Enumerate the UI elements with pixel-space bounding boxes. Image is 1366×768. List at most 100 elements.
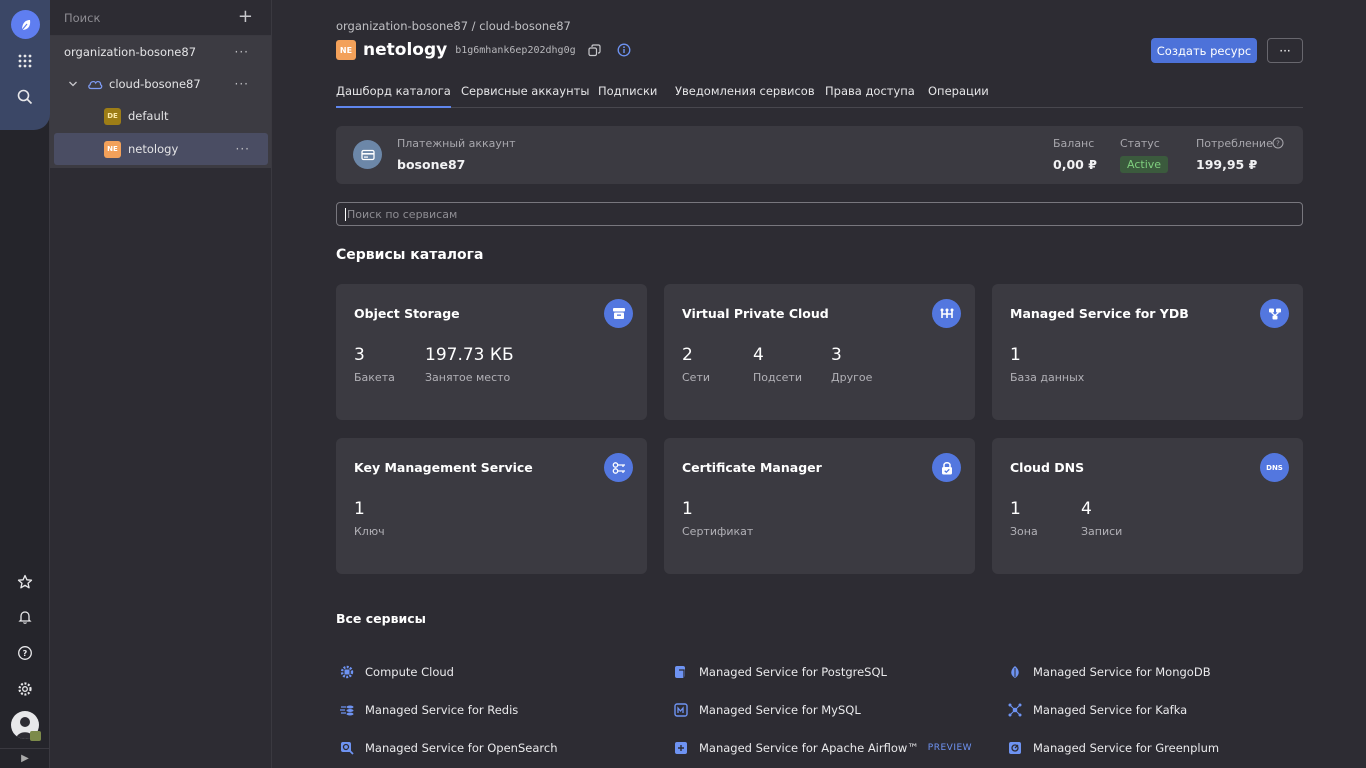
tab-subscriptions[interactable]: Подписки (598, 84, 657, 98)
preview-badge: PREVIEW (927, 743, 973, 753)
tree-item-folder-netology[interactable]: NE netology ··· (54, 133, 268, 165)
svg-text:?: ? (1276, 140, 1280, 148)
tree-item-cloud[interactable]: cloud-bosone87 ··· (50, 68, 271, 100)
resource-tree-panel: Поиск + organization-bosone87 ··· cloud-… (50, 0, 272, 768)
greenplum-icon (1007, 740, 1023, 756)
card-title: Cloud DNS (1010, 460, 1085, 475)
folder-label: default (128, 109, 169, 123)
tree-search-placeholder: Поиск (64, 10, 101, 25)
postgresql-icon (673, 664, 689, 680)
service-name: Compute Cloud (365, 665, 454, 679)
chevron-down-icon[interactable] (68, 79, 78, 89)
folder-label: netology (128, 142, 179, 156)
storage-icon (604, 299, 633, 328)
service-link-redis[interactable]: Managed Service for Redis (339, 702, 518, 718)
metric-label: Записи (1081, 525, 1123, 538)
redis-icon (339, 702, 355, 718)
usage-label: Потребление (1196, 137, 1273, 150)
folder-badge: DE (104, 107, 121, 125)
mongodb-icon (1007, 664, 1023, 680)
tab-operations[interactable]: Операции (928, 84, 989, 98)
tree-item-folder-default[interactable]: DE default (50, 100, 271, 132)
metric-value: 1 (1010, 499, 1021, 519)
airflow-icon (673, 740, 689, 756)
search-placeholder: Поиск по сервисам (347, 207, 458, 221)
metric-value: 1 (354, 499, 365, 519)
metric-value: 4 (1081, 499, 1092, 519)
service-link-kafka[interactable]: Managed Service for Kafka (1007, 702, 1187, 718)
usage-help-icon[interactable]: ? (1272, 137, 1284, 149)
service-search-input[interactable]: Поиск по сервисам (336, 202, 1303, 226)
more-actions-button[interactable]: ··· (1267, 38, 1303, 63)
metric-label: Подсети (753, 371, 802, 384)
service-link-mongodb[interactable]: Managed Service for MongoDB (1007, 664, 1211, 680)
copy-icon[interactable] (588, 43, 601, 57)
breadcrumb[interactable]: organization-bosone87 / cloud-bosone87 (336, 19, 571, 33)
service-card-vpc[interactable]: Virtual Private Cloud 2 Сети 4 Подсети 3 Др… (664, 284, 975, 420)
metric-value: 3 (354, 345, 365, 365)
billing-account-name[interactable]: bosone87 (397, 157, 465, 172)
service-card-object-storage[interactable]: Object Storage 3 Бакета 197.73 КБ Занятое … (336, 284, 647, 420)
metric-label: Ключ (354, 525, 385, 538)
usage-value: 199,95 ₽ (1196, 157, 1258, 172)
service-card-ydb[interactable]: Managed Service for YDB 1 База данных (992, 284, 1303, 420)
page-header: NE netology b1g6mhank6ep202dhg0g (336, 38, 631, 62)
tab-dashboard[interactable]: Дашборд каталога (336, 84, 451, 108)
star-icon[interactable] (14, 571, 36, 593)
service-card-kms[interactable]: Key Management Service 1 Ключ (336, 438, 647, 574)
service-name: Managed Service for PostgreSQL (699, 665, 887, 679)
expand-rail-icon[interactable]: ▶ (0, 748, 50, 768)
service-card-cloud-dns[interactable]: Cloud DNS DNS 1 Зона 4 Записи (992, 438, 1303, 574)
folder-more-icon[interactable]: ··· (236, 142, 250, 156)
metric-value: 4 (753, 345, 764, 365)
service-name: Managed Service for Kafka (1033, 703, 1188, 717)
tab-service-accounts[interactable]: Сервисные аккаунты (461, 84, 589, 98)
info-icon[interactable] (617, 43, 631, 57)
service-link-airflow[interactable]: Managed Service for Apache Airflow™ PREV… (673, 740, 972, 756)
service-link-greenplum[interactable]: Managed Service for Greenplum (1007, 740, 1219, 756)
metric-label: Бакета (354, 371, 395, 384)
card-metric: 2 Сети (682, 345, 710, 384)
card-metric: 4 Подсети (753, 345, 802, 384)
balance-value: 0,00 ₽ (1053, 157, 1097, 172)
folder-badge: NE (336, 40, 356, 60)
search-icon[interactable] (14, 86, 36, 108)
create-resource-button[interactable]: Создать ресурс (1151, 38, 1257, 63)
billing-label: Платежный аккаунт (397, 137, 516, 150)
all-services-title: Все сервисы (336, 611, 426, 626)
services-grid-icon[interactable] (14, 50, 36, 72)
svg-text:?: ? (23, 649, 28, 658)
metric-label: Сети (682, 371, 711, 384)
cloud-more-icon[interactable]: ··· (235, 77, 249, 91)
opensearch-icon (339, 740, 355, 756)
metric-label: Занятое место (425, 371, 511, 384)
service-link-opensearch[interactable]: Managed Service for OpenSearch (339, 740, 558, 756)
kafka-icon (1007, 702, 1023, 718)
service-link-compute-cloud[interactable]: Compute Cloud (339, 664, 454, 680)
card-title: Key Management Service (354, 460, 533, 475)
card-title: Managed Service for YDB (1010, 306, 1189, 321)
tree-item-organization[interactable]: organization-bosone87 ··· (50, 36, 271, 68)
metric-label: Другое (831, 371, 873, 384)
billing-account-panel[interactable]: Платежный аккаунт bosone87 Баланс 0,00 ₽… (336, 126, 1303, 184)
dns-icon: DNS (1260, 453, 1289, 482)
tree-list: organization-bosone87 ··· cloud-bosone87… (50, 36, 271, 168)
service-link-postgresql[interactable]: Managed Service for PostgreSQL (673, 664, 887, 680)
bell-icon[interactable] (14, 606, 36, 628)
metric-value: 3 (831, 345, 842, 365)
gear-icon[interactable] (14, 678, 36, 700)
card-metric: 1 Сертификат (682, 499, 753, 538)
organization-more-icon[interactable]: ··· (235, 45, 249, 59)
tab-service-notifications[interactable]: Уведомления сервисов (675, 84, 815, 98)
tab-bar: Дашборд каталога Сервисные аккаунты Подп… (336, 78, 1303, 108)
tab-access-rights[interactable]: Права доступа (825, 84, 915, 98)
help-icon[interactable]: ? (14, 642, 36, 664)
service-card-certificate-manager[interactable]: Certificate Manager 1 Сертификат (664, 438, 975, 574)
key-icon (604, 453, 633, 482)
add-icon[interactable]: + (238, 8, 253, 26)
billing-card-icon (353, 140, 382, 169)
organization-label: organization-bosone87 (64, 45, 197, 59)
metric-value: 197.73 КБ (425, 345, 514, 365)
service-link-mysql[interactable]: Managed Service for MySQL (673, 702, 861, 718)
cloud-logo-icon[interactable] (11, 10, 40, 39)
